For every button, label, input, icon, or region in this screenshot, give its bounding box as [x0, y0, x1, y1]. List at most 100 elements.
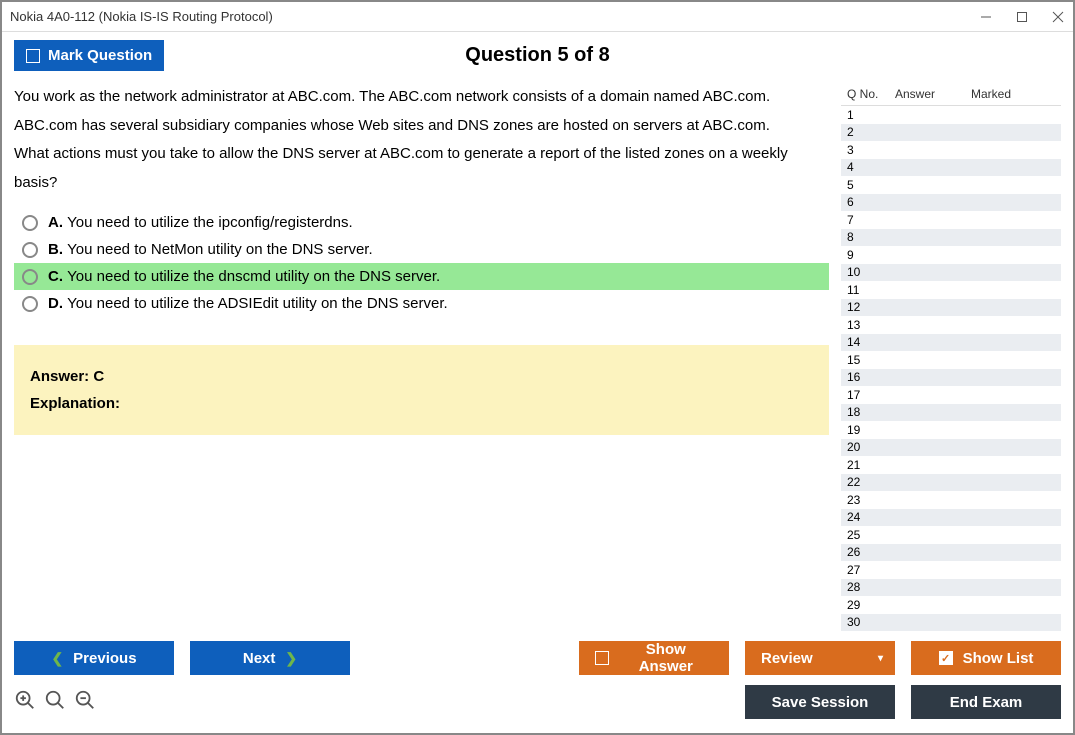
question-list-row[interactable]: 16	[841, 369, 1061, 387]
radio-icon[interactable]	[22, 296, 38, 312]
next-button[interactable]: Next ❯	[190, 641, 350, 675]
question-list-row[interactable]: 28	[841, 579, 1061, 597]
qno-cell: 4	[847, 160, 895, 174]
qno-cell: 25	[847, 528, 895, 542]
question-list-row[interactable]: 5	[841, 176, 1061, 194]
qno-cell: 12	[847, 300, 895, 314]
question-list-row[interactable]: 4	[841, 159, 1061, 177]
question-list-row[interactable]: 13	[841, 316, 1061, 334]
checkbox-icon	[595, 651, 609, 665]
qno-cell: 24	[847, 510, 895, 524]
mark-question-label: Mark Question	[48, 47, 152, 64]
window-controls	[979, 10, 1065, 24]
question-list-row[interactable]: 3	[841, 141, 1061, 159]
qno-cell: 19	[847, 423, 895, 437]
option-row[interactable]: D. You need to utilize the ADSIEdit util…	[14, 290, 829, 317]
checkbox-icon	[26, 49, 40, 63]
option-row[interactable]: C. You need to utilize the dnscmd utilit…	[14, 263, 829, 290]
qno-cell: 3	[847, 143, 895, 157]
qno-cell: 30	[847, 615, 895, 629]
question-line: You work as the network administrator at…	[14, 83, 829, 112]
option-label: B. You need to NetMon utility on the DNS…	[48, 241, 373, 258]
show-list-label: Show List	[963, 650, 1034, 667]
question-list-row[interactable]: 23	[841, 491, 1061, 509]
minimize-icon[interactable]	[979, 10, 993, 24]
zoom-reset-icon[interactable]	[14, 689, 36, 716]
content-area: You work as the network administrator at…	[2, 79, 1073, 631]
qno-cell: 2	[847, 125, 895, 139]
chevron-left-icon: ❮	[51, 650, 63, 667]
question-list-row[interactable]: 1	[841, 106, 1061, 124]
col-qno: Q No.	[847, 87, 895, 101]
qno-cell: 16	[847, 370, 895, 384]
question-list-row[interactable]: 2	[841, 124, 1061, 142]
end-exam-button[interactable]: End Exam	[911, 685, 1061, 719]
qno-cell: 26	[847, 545, 895, 559]
qno-cell: 15	[847, 353, 895, 367]
options-list: A. You need to utilize the ipconfig/regi…	[14, 209, 829, 317]
close-icon[interactable]	[1051, 10, 1065, 24]
answer-label: Answer: C	[30, 363, 813, 390]
question-list-row[interactable]: 7	[841, 211, 1061, 229]
question-list-row[interactable]: 11	[841, 281, 1061, 299]
zoom-in-icon[interactable]	[44, 689, 66, 716]
next-label: Next	[243, 650, 276, 667]
option-label: A. You need to utilize the ipconfig/regi…	[48, 214, 353, 231]
show-list-button[interactable]: ✓ Show List	[911, 641, 1061, 675]
question-list-row[interactable]: 22	[841, 474, 1061, 492]
question-list[interactable]: 1234567891011121314151617181920212223242…	[841, 105, 1061, 631]
save-session-button[interactable]: Save Session	[745, 685, 895, 719]
qno-cell: 23	[847, 493, 895, 507]
button-row-1: ❮ Previous Next ❯ Show Answer Review ▾ ✓…	[14, 641, 1061, 675]
question-list-header: Q No. Answer Marked	[841, 83, 1061, 105]
radio-icon[interactable]	[22, 215, 38, 231]
qno-cell: 22	[847, 475, 895, 489]
question-list-row[interactable]: 26	[841, 544, 1061, 562]
question-list-row[interactable]: 25	[841, 526, 1061, 544]
question-list-row[interactable]: 14	[841, 334, 1061, 352]
question-list-row[interactable]: 12	[841, 299, 1061, 317]
question-list-panel: Q No. Answer Marked 12345678910111213141…	[841, 83, 1061, 631]
question-list-row[interactable]: 18	[841, 404, 1061, 422]
radio-icon[interactable]	[22, 269, 38, 285]
qno-cell: 27	[847, 563, 895, 577]
answer-box: Answer: C Explanation:	[14, 345, 829, 435]
checkbox-checked-icon: ✓	[939, 651, 953, 665]
zoom-out-icon[interactable]	[74, 689, 96, 716]
question-list-row[interactable]: 10	[841, 264, 1061, 282]
qno-cell: 20	[847, 440, 895, 454]
question-list-row[interactable]: 8	[841, 229, 1061, 247]
review-label: Review	[761, 650, 813, 667]
option-label: C. You need to utilize the dnscmd utilit…	[48, 268, 440, 285]
mark-question-button[interactable]: Mark Question	[14, 40, 164, 71]
question-list-row[interactable]: 17	[841, 386, 1061, 404]
question-list-row[interactable]: 19	[841, 421, 1061, 439]
question-list-row[interactable]: 30	[841, 614, 1061, 632]
chevron-right-icon: ❯	[285, 650, 297, 667]
end-exam-label: End Exam	[950, 694, 1023, 711]
maximize-icon[interactable]	[1015, 10, 1029, 24]
question-list-row[interactable]: 6	[841, 194, 1061, 212]
option-row[interactable]: B. You need to NetMon utility on the DNS…	[14, 236, 829, 263]
chevron-down-icon: ▾	[878, 653, 883, 664]
question-list-row[interactable]: 20	[841, 439, 1061, 457]
review-button[interactable]: Review ▾	[745, 641, 895, 675]
qno-cell: 10	[847, 265, 895, 279]
question-list-row[interactable]: 21	[841, 456, 1061, 474]
previous-button[interactable]: ❮ Previous	[14, 641, 174, 675]
window-title: Nokia 4A0-112 (Nokia IS-IS Routing Proto…	[10, 9, 273, 24]
question-list-row[interactable]: 9	[841, 246, 1061, 264]
question-list-row[interactable]: 27	[841, 561, 1061, 579]
qno-cell: 18	[847, 405, 895, 419]
radio-icon[interactable]	[22, 242, 38, 258]
question-list-row[interactable]: 24	[841, 509, 1061, 527]
option-row[interactable]: A. You need to utilize the ipconfig/regi…	[14, 209, 829, 236]
question-list-row[interactable]: 29	[841, 596, 1061, 614]
show-answer-button[interactable]: Show Answer	[579, 641, 729, 675]
question-list-row[interactable]: 15	[841, 351, 1061, 369]
qno-cell: 13	[847, 318, 895, 332]
footer: ❮ Previous Next ❯ Show Answer Review ▾ ✓…	[2, 631, 1073, 733]
app-window: Nokia 4A0-112 (Nokia IS-IS Routing Proto…	[0, 0, 1075, 735]
qno-cell: 28	[847, 580, 895, 594]
qno-cell: 1	[847, 108, 895, 122]
